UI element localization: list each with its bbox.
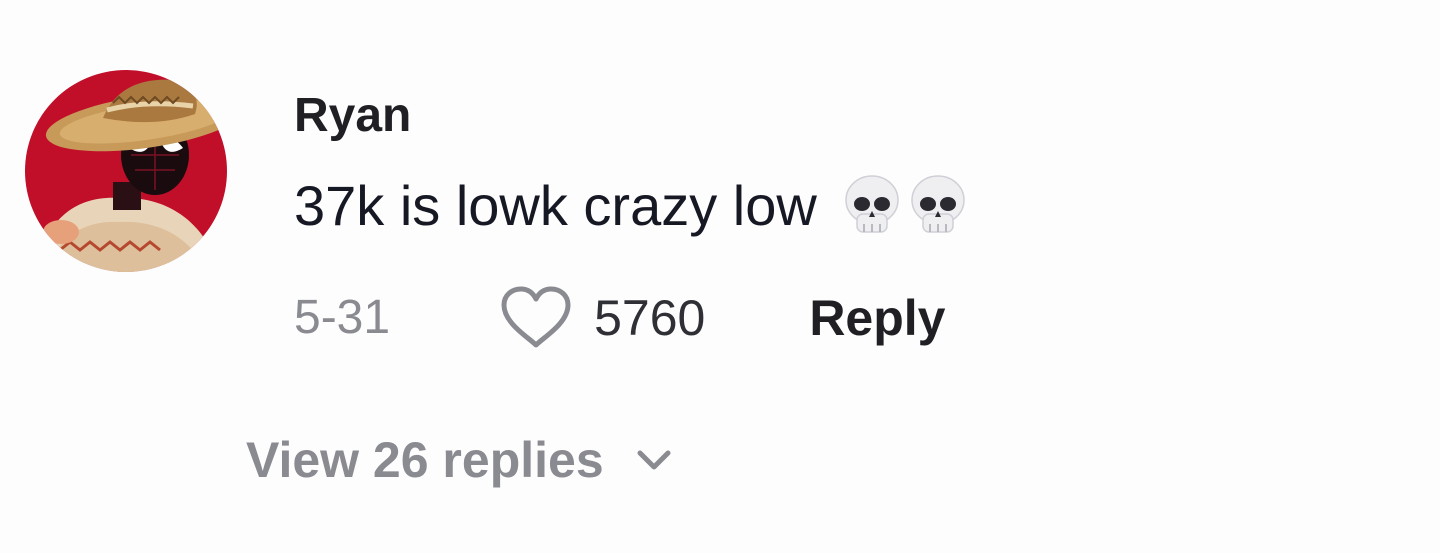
comment-text: 37k is lowk crazy low (294, 174, 817, 237)
comment-item: Ryan 37k is lowk crazy low 5-31 5760 Rep… (0, 0, 1440, 553)
skull-emoji-icon (911, 175, 965, 233)
heart-outline-icon (501, 286, 571, 348)
like-count: 5760 (594, 290, 706, 346)
username[interactable]: Ryan (294, 86, 411, 146)
emoji-group (843, 174, 967, 238)
avatar[interactable] (25, 70, 227, 272)
like-button[interactable]: 5760 (498, 285, 705, 351)
chevron-down-icon (637, 450, 671, 470)
view-replies-button[interactable]: View 26 replies (246, 428, 674, 492)
comment-date: 5-31 (294, 291, 391, 344)
skull-emoji-icon (845, 175, 899, 233)
comment-meta: 5-31 5760 Reply (294, 286, 945, 350)
view-replies-label: View 26 replies (246, 432, 604, 488)
comment-text-row: 37k is lowk crazy low (294, 172, 967, 240)
avatar-image (25, 70, 227, 272)
reply-button[interactable]: Reply (809, 286, 945, 350)
